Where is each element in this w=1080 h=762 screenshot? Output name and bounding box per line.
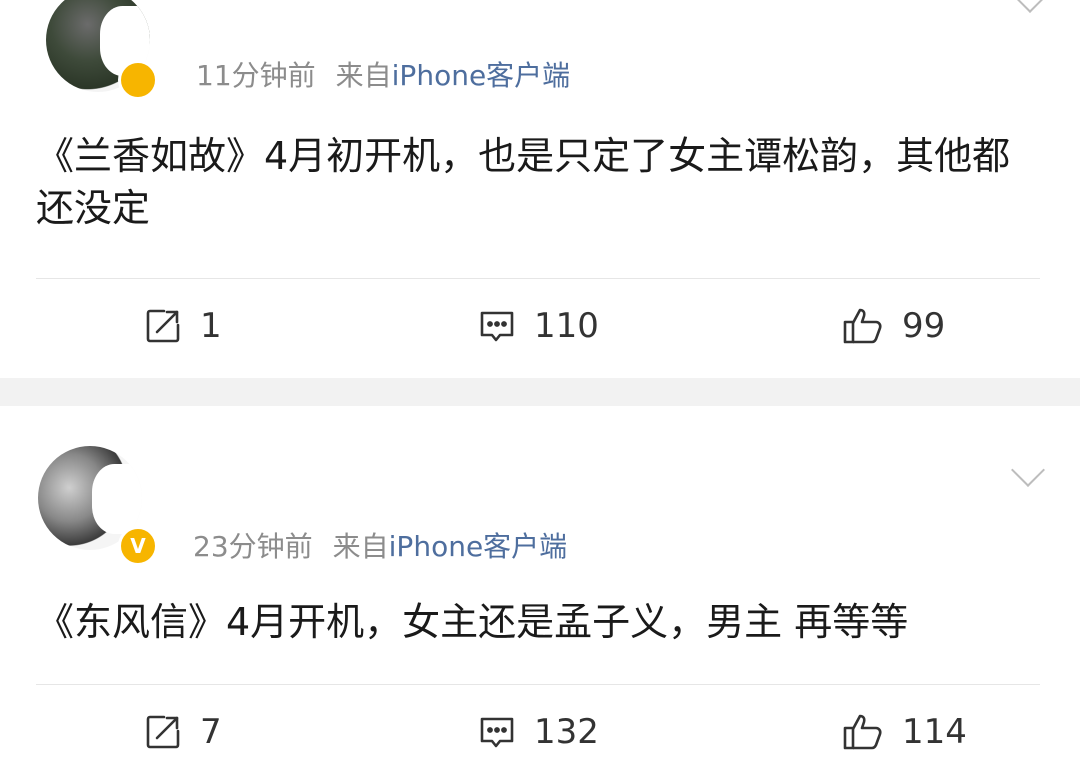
comment-count: 132 bbox=[534, 712, 599, 752]
comment-icon bbox=[480, 311, 514, 342]
client-link[interactable]: iPhone客户端 bbox=[389, 530, 568, 563]
post-meta: 11分钟前 来自iPhone客户端 bbox=[196, 54, 570, 94]
avatar-crop bbox=[92, 464, 142, 534]
comment-button[interactable]: 110 bbox=[478, 296, 599, 356]
post-time: 23分钟前 bbox=[193, 530, 313, 563]
like-button[interactable]: 114 bbox=[842, 702, 967, 762]
like-count: 114 bbox=[902, 712, 967, 752]
weibo-post: 11分钟前 来自iPhone客户端 《兰香如故》4月初开机，也是只定了女主谭松韵，… bbox=[0, 0, 1080, 378]
post-content: 《东风信》4月开机，女主还是孟子义，男主 再等等 bbox=[36, 600, 909, 644]
repost-count: 1 bbox=[200, 306, 222, 346]
thumbs-up-icon bbox=[843, 714, 882, 750]
post-meta: 23分钟前 来自iPhone客户端 bbox=[193, 525, 567, 565]
post-separator bbox=[0, 378, 1080, 406]
verified-badge-icon bbox=[118, 60, 158, 100]
divider bbox=[36, 278, 1040, 279]
divider bbox=[36, 684, 1040, 685]
source-prefix: 来自 bbox=[332, 530, 389, 563]
action-bar: 7 132 114 bbox=[0, 702, 1080, 762]
chevron-down-icon[interactable] bbox=[1011, 453, 1045, 487]
repost-button[interactable]: 7 bbox=[144, 702, 222, 762]
like-button[interactable]: 99 bbox=[842, 296, 945, 356]
comment-button[interactable]: 132 bbox=[478, 702, 599, 762]
action-bar: 1 110 99 bbox=[0, 296, 1080, 356]
share-icon bbox=[146, 309, 180, 343]
post-content: 《兰香如故》4月初开机，也是只定了女主谭松韵，其他都还没定 bbox=[36, 134, 1011, 230]
weibo-post: V 23分钟前 来自iPhone客户端 《东风信》4月开机，女主还是孟子义，男主 … bbox=[0, 406, 1080, 759]
post-time: 11分钟前 bbox=[196, 59, 316, 92]
verified-badge-icon: V bbox=[118, 526, 158, 566]
repost-count: 7 bbox=[200, 712, 222, 752]
source-prefix: 来自 bbox=[335, 59, 392, 92]
comment-icon bbox=[480, 717, 514, 748]
comment-count: 110 bbox=[534, 306, 599, 346]
share-icon bbox=[146, 715, 180, 749]
repost-button[interactable]: 1 bbox=[144, 296, 222, 356]
thumbs-up-icon bbox=[843, 308, 882, 344]
chevron-down-icon[interactable] bbox=[1013, 0, 1047, 13]
like-count: 99 bbox=[902, 306, 946, 346]
client-link[interactable]: iPhone客户端 bbox=[392, 59, 571, 92]
